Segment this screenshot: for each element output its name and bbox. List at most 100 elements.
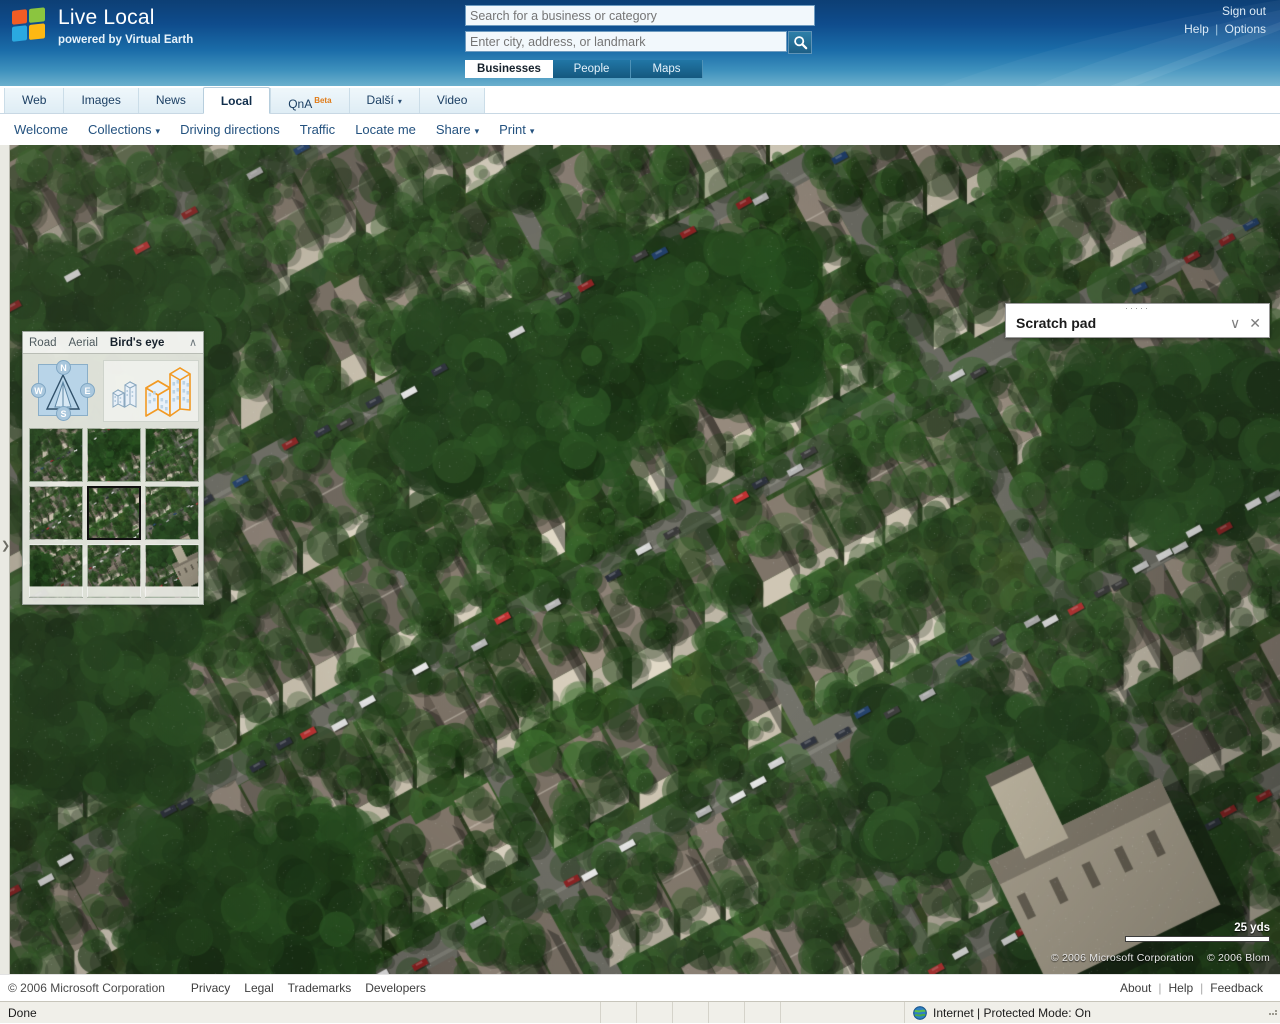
map-mode-road[interactable]: Road <box>29 337 57 349</box>
scope-tab-businesses[interactable]: Businesses <box>465 60 553 78</box>
cmd-share-label: Share <box>435 121 471 137</box>
tab-qna-label: QnA <box>288 97 313 111</box>
resize-grip-icon[interactable] <box>1264 1002 1280 1023</box>
birdseye-thumbnail[interactable] <box>29 428 83 482</box>
security-zone-indicator[interactable]: Internet | Protected Mode: On <box>904 1002 1264 1023</box>
map-mode-panel: Road Aerial Bird's eye ∧ N E S W <box>22 331 204 605</box>
map-mode-aerial[interactable]: Aerial <box>69 337 98 349</box>
status-segment <box>672 1002 708 1023</box>
footer-separator: | <box>1158 981 1162 995</box>
status-segment <box>744 1002 780 1023</box>
brand-title: Live Local <box>58 6 155 29</box>
map-mode-birds-eye[interactable]: Bird's eye <box>110 337 165 349</box>
compass-east[interactable]: E <box>80 383 95 398</box>
service-tab-bar: Web Images News Local QnA Beta Další ▾ Vid… <box>0 86 1280 114</box>
cmd-print[interactable]: Print ▾ <box>499 122 534 137</box>
tab-video-label: Video <box>436 93 468 107</box>
tab-images-label: Images <box>81 93 121 107</box>
cmd-driving-directions[interactable]: Driving directions <box>180 122 280 137</box>
birdseye-thumbnail[interactable] <box>87 544 141 598</box>
tab-news[interactable]: News <box>137 88 203 113</box>
tab-local-label: Local <box>220 94 253 108</box>
search-submit-button[interactable] <box>788 31 812 54</box>
cmd-collections[interactable]: Collections ▾ <box>88 122 160 137</box>
cmd-share[interactable]: Share ▾ <box>436 122 479 137</box>
sign-out-link[interactable]: Sign out <box>1222 4 1266 18</box>
footer-link-privacy[interactable]: Privacy <box>191 981 230 995</box>
brand-logo-block[interactable]: Live Local powered by Virtual Earth <box>12 6 193 48</box>
footer-link-trademarks[interactable]: Trademarks <box>288 981 352 995</box>
search-scope-tabs: Businesses People Maps <box>465 60 815 78</box>
cmd-welcome-label: Welcome <box>14 121 68 137</box>
chevron-right-icon: ❯ <box>1 540 11 552</box>
cmd-welcome[interactable]: Welcome <box>14 122 68 137</box>
birdseye-thumbnail[interactable] <box>29 544 83 598</box>
search-location-input[interactable] <box>465 31 787 52</box>
chevron-up-icon[interactable]: ∧ <box>189 336 197 349</box>
cmd-locate-me[interactable]: Locate me <box>355 122 416 137</box>
account-separator: | <box>1215 22 1219 36</box>
cmd-traffic[interactable]: Traffic <box>300 122 335 137</box>
scope-tab-maps[interactable]: Maps <box>631 60 703 78</box>
tab-bar-filler <box>484 88 1280 113</box>
cmd-driving-directions-label: Driving directions <box>180 121 280 137</box>
windows-flag-icon <box>12 7 46 43</box>
tab-news-label: News <box>155 93 186 107</box>
buildings-large-icon[interactable] <box>142 364 194 418</box>
options-link[interactable]: Options <box>1225 22 1266 36</box>
compass-rose-control[interactable]: N E S W <box>29 360 97 422</box>
footer-link-feedback[interactable]: Feedback <box>1210 981 1263 995</box>
chevron-down-icon[interactable]: ∨ <box>1230 316 1240 330</box>
compass-west[interactable]: W <box>31 383 46 398</box>
security-zone-text: Internet | Protected Mode: On <box>933 1005 1091 1020</box>
tab-web[interactable]: Web <box>4 88 64 113</box>
compass-north[interactable]: N <box>56 360 71 375</box>
map-viewport[interactable]: ❯ Road Aerial Bird's eye ∧ N E S W ·····… <box>0 145 1280 974</box>
command-bar: Welcome Collections ▾ Driving directions … <box>0 114 1280 145</box>
tab-dalsi[interactable]: Další ▾ <box>348 88 419 113</box>
footer-link-help[interactable]: Help <box>1168 981 1193 995</box>
map-mode-body: N E S W <box>23 354 203 422</box>
account-links: Sign out Help | Options <box>1184 2 1266 38</box>
footer-link-developers[interactable]: Developers <box>365 981 426 995</box>
tab-qna[interactable]: QnA Beta <box>270 88 349 113</box>
birdseye-thumbnail-selected[interactable] <box>87 486 141 540</box>
cmd-print-label: Print <box>499 121 526 137</box>
birdseye-thumbnail[interactable] <box>87 428 141 482</box>
map-mode-header: Road Aerial Bird's eye ∧ <box>23 332 203 354</box>
tab-local[interactable]: Local <box>202 87 271 114</box>
magnifier-icon <box>793 36 807 50</box>
birdseye-thumbnail[interactable] <box>29 486 83 540</box>
map-copyright: © 2006 Microsoft Corporation © 2006 Blom <box>1041 952 1270 964</box>
status-segment <box>708 1002 744 1023</box>
footer-link-about[interactable]: About <box>1120 981 1151 995</box>
search-cluster: Businesses People Maps <box>465 5 815 78</box>
map-scale-label: 25 yds <box>1234 922 1270 934</box>
status-text: Done <box>8 1005 37 1020</box>
scope-tab-people[interactable]: People <box>553 60 631 78</box>
map-scale-bar: 25 yds <box>1125 922 1270 942</box>
birdseye-thumbnail[interactable] <box>145 428 199 482</box>
help-link[interactable]: Help <box>1184 22 1209 36</box>
close-icon[interactable]: ✕ <box>1249 316 1261 330</box>
internet-globe-icon <box>913 1005 927 1020</box>
compass-south[interactable]: S <box>56 406 71 421</box>
tab-images[interactable]: Images <box>63 88 138 113</box>
cmd-collections-label: Collections <box>87 121 152 137</box>
birdseye-thumbnail[interactable] <box>145 544 199 598</box>
tab-web-label: Web <box>22 93 47 107</box>
birdseye-zoom-levels <box>103 360 199 422</box>
status-segment <box>636 1002 672 1023</box>
footer-link-legal[interactable]: Legal <box>244 981 273 995</box>
footer-separator: | <box>1200 981 1204 995</box>
buildings-small-icon[interactable] <box>108 373 142 409</box>
birdseye-thumbnail[interactable] <box>145 486 199 540</box>
drag-dots-icon[interactable]: ····· <box>1006 304 1269 313</box>
footer-copyright: © 2006 Microsoft Corporation <box>8 981 165 995</box>
browser-status-bar: Done Internet | Protected Mode: On <box>0 1001 1280 1023</box>
tab-video[interactable]: Video <box>418 88 485 113</box>
cmd-traffic-label: Traffic <box>299 121 336 137</box>
search-query-input[interactable] <box>465 5 815 26</box>
map-scale-rule <box>1125 936 1270 942</box>
left-panel-expander[interactable]: ❯ <box>0 145 10 974</box>
